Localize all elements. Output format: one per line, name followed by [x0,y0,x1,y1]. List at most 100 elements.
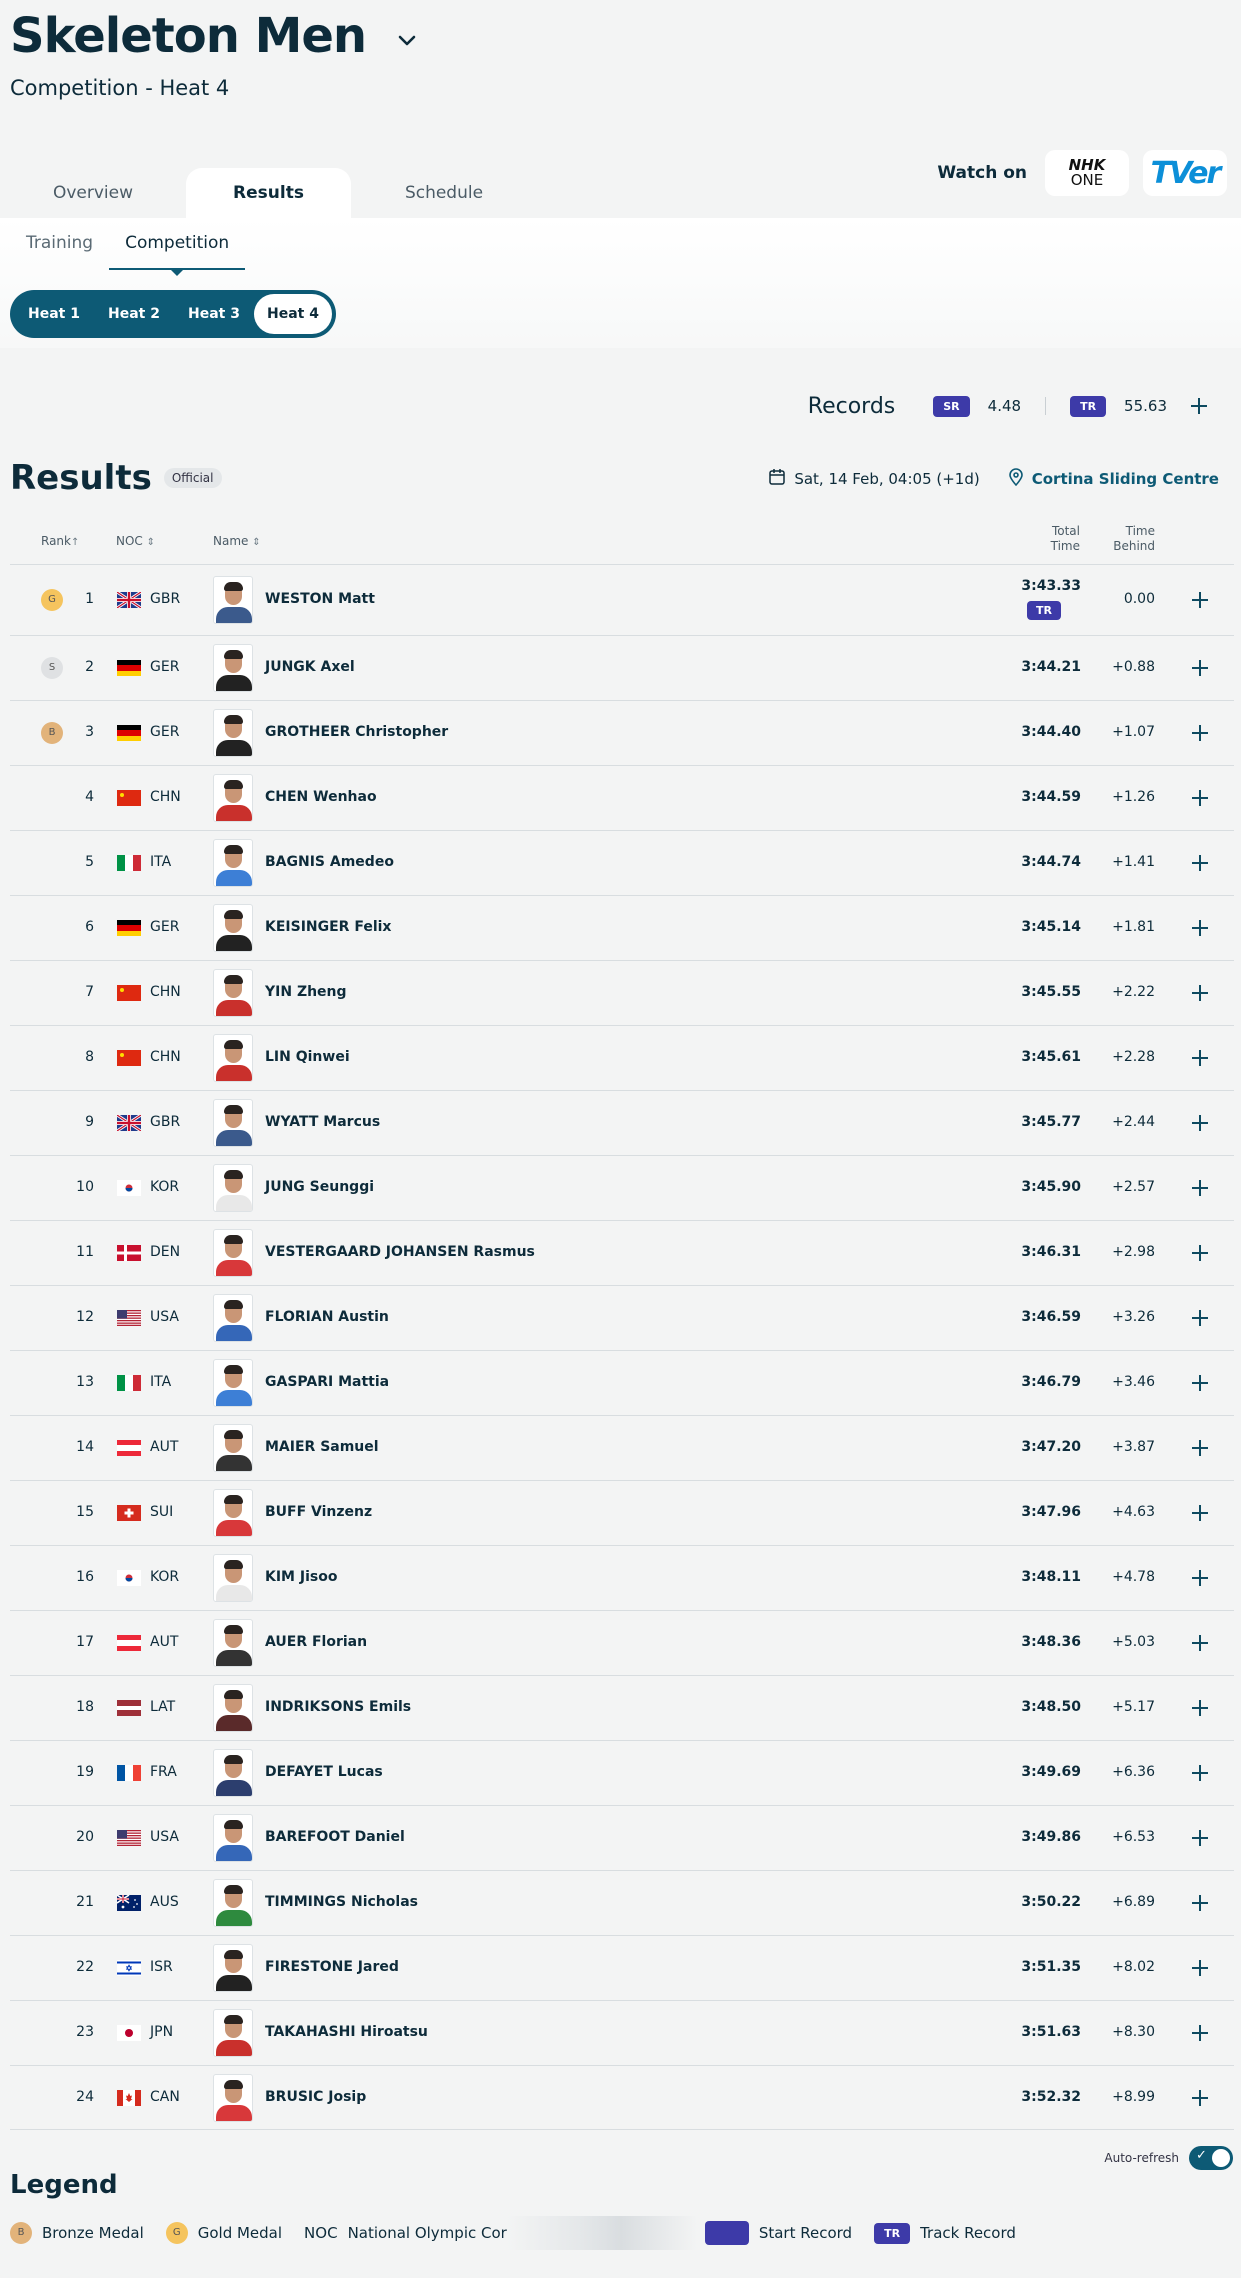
athlete-photo [213,1944,253,1992]
athlete-name[interactable]: WESTON Matt [265,591,375,607]
heat-3-button[interactable]: Heat 3 [174,294,254,334]
table-row[interactable]: 18 LAT INDRIKSONS Emils 3:48.50 +5.17 [10,1675,1234,1740]
athlete-name[interactable]: INDRIKSONS Emils [265,1699,411,1715]
heat-1-button[interactable]: Heat 1 [14,294,94,334]
expand-row-plus-icon[interactable] [1192,1375,1208,1391]
athlete-name[interactable]: FLORIAN Austin [265,1309,389,1325]
table-row[interactable]: 20 USA BAREFOOT Daniel 3:49.86 +6.53 [10,1805,1234,1870]
expand-row-plus-icon[interactable] [1192,1245,1208,1261]
expand-row-plus-icon[interactable] [1192,920,1208,936]
athlete-name[interactable]: KIM Jisoo [265,1569,337,1585]
expand-row-plus-icon[interactable] [1192,2025,1208,2041]
expand-row-plus-icon[interactable] [1192,1180,1208,1196]
subtab-training[interactable]: Training [10,230,109,270]
table-row[interactable]: 19 FRA DEFAYET Lucas 3:49.69 +6.36 [10,1740,1234,1805]
expand-row-plus-icon[interactable] [1192,1570,1208,1586]
table-row[interactable]: 23 JPN TAKAHASHI Hiroatsu 3:51.63 +8.30 [10,2000,1234,2065]
athlete-name[interactable]: GASPARI Mattia [265,1374,389,1390]
table-row[interactable]: 14 AUT MAIER Samuel 3:47.20 +3.87 [10,1415,1234,1480]
expand-row-plus-icon[interactable] [1192,1115,1208,1131]
table-row[interactable]: 13 ITA GASPARI Mattia 3:46.79 +3.46 [10,1350,1234,1415]
expand-row-plus-icon[interactable] [1192,1310,1208,1326]
expand-row-plus-icon[interactable] [1192,790,1208,806]
auto-refresh-toggle[interactable]: ✓ [1189,2146,1233,2170]
venue-link[interactable]: Cortina Sliding Centre [1032,470,1219,488]
heat-2-button[interactable]: Heat 2 [94,294,174,334]
athlete-name[interactable]: CHEN Wenhao [265,789,377,805]
athlete-name[interactable]: TIMMINGS Nicholas [265,1894,418,1910]
athlete-name[interactable]: YIN Zheng [265,984,347,1000]
athlete-name[interactable]: BRUSIC Josip [265,2089,366,2105]
table-row[interactable]: S 2 GER JUNGK Axel 3:44.21 +0.88 [10,635,1234,700]
expand-row-plus-icon[interactable] [1192,1765,1208,1781]
athlete-name[interactable]: BAREFOOT Daniel [265,1829,405,1845]
chevron-down-icon[interactable] [397,32,417,51]
expand-row-plus-icon[interactable] [1192,855,1208,871]
expand-row-plus-icon[interactable] [1192,2089,1208,2106]
athlete-name[interactable]: MAIER Samuel [265,1439,379,1455]
athlete-name[interactable]: FIRESTONE Jared [265,1959,399,1975]
table-row[interactable]: 9 GBR WYATT Marcus 3:45.77 +2.44 [10,1090,1234,1155]
expand-row-plus-icon[interactable] [1192,985,1208,1001]
table-row[interactable]: 22 ISR FIRESTONE Jared 3:51.35 +8.02 [10,1935,1234,2000]
legend-start-record: Start Record [704,2221,852,2245]
table-row[interactable]: B 3 GER GROTHEER Christopher 3:44.40 +1.07 [10,700,1234,765]
noc-code: LAT [150,1699,176,1715]
athlete-name[interactable]: VESTERGAARD JOHANSEN Rasmus [265,1244,535,1260]
table-row[interactable]: 10 KOR JUNG Seunggi 3:45.90 +2.57 [10,1155,1234,1220]
column-name[interactable]: Name ⇕ [213,534,261,548]
subtab-competition[interactable]: Competition [109,230,246,276]
table-row[interactable]: G 1 GBR WESTON Matt 3:43.33 TR 0.00 [10,564,1234,635]
athlete-name[interactable]: BUFF Vinzenz [265,1504,372,1520]
table-row[interactable]: 5 ITA BAGNIS Amedeo 3:44.74 +1.41 [10,830,1234,895]
expand-row-plus-icon[interactable] [1192,1895,1208,1911]
table-row[interactable]: 6 GER KEISINGER Felix 3:45.14 +1.81 [10,895,1234,960]
table-row[interactable]: 11 DEN VESTERGAARD JOHANSEN Rasmus 3:46.31 +… [10,1220,1234,1285]
tab-results[interactable]: Results [186,168,351,218]
athlete-name[interactable]: GROTHEER Christopher [265,724,448,740]
rank: 8 [85,1049,94,1065]
expand-row-plus-icon[interactable] [1192,1960,1208,1976]
athlete-name[interactable]: AUER Florian [265,1634,367,1650]
athlete-name[interactable]: BAGNIS Amedeo [265,854,394,870]
table-row[interactable]: 7 CHN YIN Zheng 3:45.55 +2.22 [10,960,1234,1025]
column-noc[interactable]: NOC ⇕ [116,534,155,548]
expand-row-plus-icon[interactable] [1192,1050,1208,1066]
rank: 18 [76,1699,94,1715]
athlete-name[interactable]: KEISINGER Felix [265,919,391,935]
heat-4-button[interactable]: Heat 4 [254,294,332,334]
athlete-name[interactable]: JUNG Seunggi [265,1179,374,1195]
tab-overview[interactable]: Overview [8,168,178,218]
table-row[interactable]: 15 SUI BUFF Vinzenz 3:47.96 +4.63 [10,1480,1234,1545]
expand-row-plus-icon[interactable] [1192,1440,1208,1456]
expand-row-plus-icon[interactable] [1192,1830,1208,1846]
table-row[interactable]: 8 CHN LIN Qinwei 3:45.61 +2.28 [10,1025,1234,1090]
expand-row-plus-icon[interactable] [1192,1635,1208,1651]
athlete-name[interactable]: LIN Qinwei [265,1049,350,1065]
track-record-badge: TR [1070,395,1107,417]
table-row[interactable]: 12 USA FLORIAN Austin 3:46.59 +3.26 [10,1285,1234,1350]
table-row[interactable]: 17 AUT AUER Florian 3:48.36 +5.03 [10,1610,1234,1675]
rank: 14 [76,1439,94,1455]
table-row[interactable]: 4 CHN CHEN Wenhao 3:44.59 +1.26 [10,765,1234,830]
nhk-one-logo[interactable]: NHK ONE [1045,150,1129,196]
expand-row-plus-icon[interactable] [1192,1505,1208,1521]
tver-logo[interactable]: TVer [1143,150,1227,196]
rank: 21 [76,1894,94,1910]
table-row[interactable]: 24 CAN BRUSIC Josip 3:52.32 +8.99 [10,2065,1234,2130]
noc-code: DEN [150,1244,181,1260]
athlete-name[interactable]: DEFAYET Lucas [265,1764,383,1780]
table-row[interactable]: 16 KOR KIM Jisoo 3:48.11 +4.78 [10,1545,1234,1610]
athlete-name[interactable]: JUNGK Axel [265,659,355,675]
expand-records-plus-icon[interactable] [1191,398,1207,414]
expand-row-plus-icon[interactable] [1192,725,1208,741]
tab-schedule[interactable]: Schedule [359,168,529,218]
total-time: 3:43.33 [1021,578,1081,594]
expand-row-plus-icon[interactable] [1192,1700,1208,1716]
athlete-name[interactable]: WYATT Marcus [265,1114,380,1130]
athlete-name[interactable]: TAKAHASHI Hiroatsu [265,2024,428,2040]
expand-row-plus-icon[interactable] [1192,660,1208,676]
table-row[interactable]: 21 AUS TIMMINGS Nicholas 3:50.22 +6.89 [10,1870,1234,1935]
expand-row-plus-icon[interactable] [1192,592,1208,608]
column-rank[interactable]: Rank↑ [41,534,79,548]
